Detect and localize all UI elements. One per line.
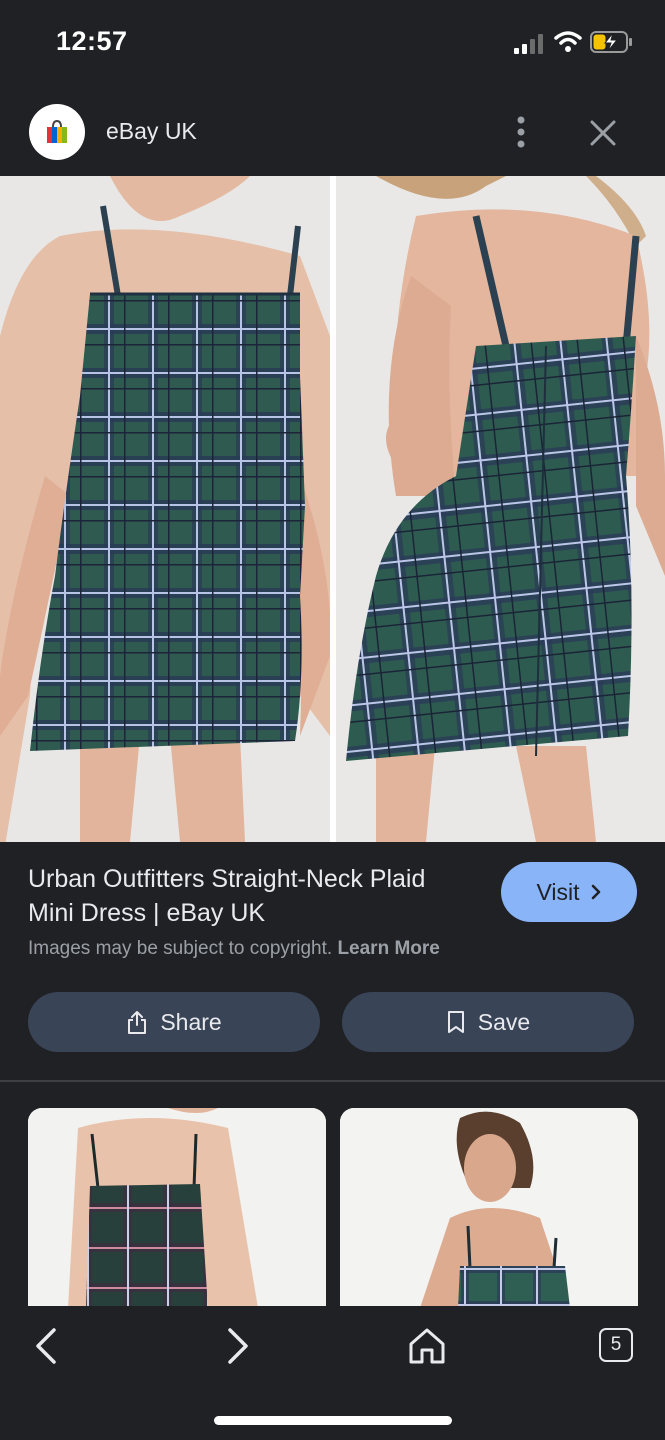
status-time: 12:57 xyxy=(56,26,128,56)
bookmark-icon xyxy=(447,1011,464,1033)
bottom-toolbar: 5 xyxy=(0,1306,665,1440)
share-button[interactable]: Share xyxy=(28,992,320,1052)
related-result-image-2[interactable] xyxy=(340,1108,638,1308)
product-image-front[interactable] xyxy=(0,176,330,842)
save-button[interactable]: Save xyxy=(342,992,634,1052)
related-result-image-1[interactable] xyxy=(28,1108,326,1308)
learn-more-link[interactable]: Learn More xyxy=(337,938,439,959)
chevron-right-icon xyxy=(591,884,600,900)
home-indicator[interactable] xyxy=(214,1416,452,1425)
share-button-label: Share xyxy=(160,1008,222,1035)
visit-button-label: Visit xyxy=(536,878,580,905)
result-title[interactable]: Urban Outfitters Straight-Neck Plaid Min… xyxy=(28,862,468,930)
signal-icon xyxy=(514,34,543,54)
section-divider xyxy=(0,1080,665,1082)
visit-button[interactable]: Visit xyxy=(501,862,637,922)
site-title: eBay UK xyxy=(106,118,197,144)
back-icon[interactable] xyxy=(26,1324,70,1368)
copyright-text: Images may be subject to copyright. xyxy=(28,938,333,959)
site-header: eBay UK xyxy=(0,90,665,176)
tabs-button[interactable]: 5 xyxy=(599,1328,633,1362)
result-info-panel: Urban Outfitters Straight-Neck Plaid Min… xyxy=(0,842,665,1080)
close-icon[interactable] xyxy=(586,116,620,150)
image-viewer[interactable] xyxy=(0,176,665,842)
copyright-notice: Images may be subject to copyright. Lear… xyxy=(28,938,440,960)
battery-icon xyxy=(590,31,632,53)
share-icon xyxy=(128,1011,147,1034)
site-logo xyxy=(29,104,85,160)
home-icon[interactable] xyxy=(405,1324,449,1368)
more-vert-icon[interactable] xyxy=(506,112,536,152)
status-bar: 12:57 xyxy=(0,0,665,90)
wifi-icon xyxy=(554,31,582,52)
save-button-label: Save xyxy=(477,1008,531,1035)
forward-icon[interactable] xyxy=(214,1324,258,1368)
product-image-back[interactable] xyxy=(336,176,665,842)
shopping-bag-icon xyxy=(47,119,67,143)
